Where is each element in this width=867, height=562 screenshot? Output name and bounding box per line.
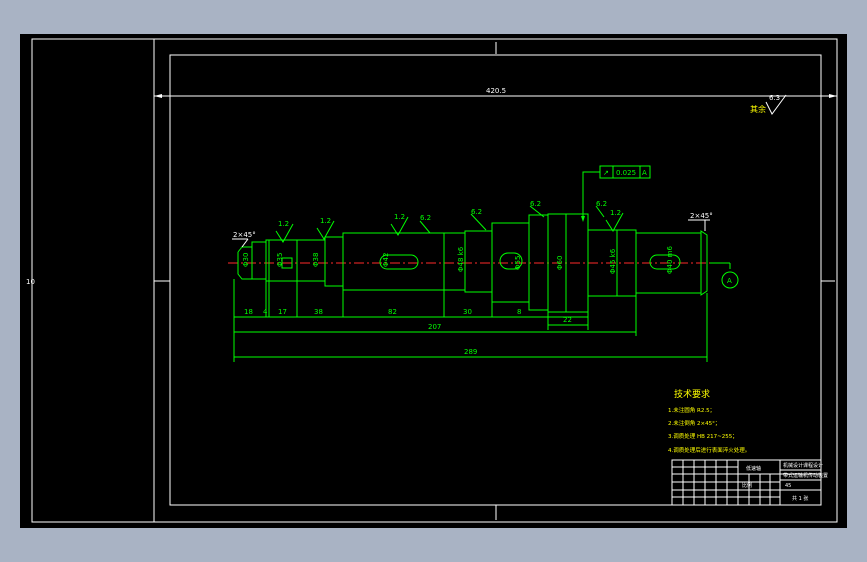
- gdt-datum: A: [642, 169, 647, 177]
- svg-text:45: 45: [785, 483, 791, 489]
- title-block: 低速轴 机械设计课程设计 带式运输机传动装置 比例 45 共 1 张: [671, 459, 828, 506]
- chamfer-right-note: 2×45°: [690, 212, 713, 220]
- svg-text:Φ42: Φ42: [382, 253, 390, 267]
- surface-finish-value: 6.3: [769, 94, 780, 102]
- svg-text:38: 38: [314, 308, 323, 316]
- svg-text:6.2: 6.2: [471, 208, 482, 216]
- svg-text:30: 30: [463, 308, 472, 316]
- svg-text:Φ45 k6: Φ45 k6: [609, 248, 617, 274]
- cad-drawing: 10 420.5 其余 6.3 ↗ 0.025 A Φ30 Φ35 Φ38 Φ4…: [26, 38, 838, 523]
- svg-text:技术要求: 技术要求: [674, 388, 710, 400]
- svg-text:207: 207: [428, 323, 441, 331]
- svg-text:低速轴: 低速轴: [746, 465, 761, 472]
- gdt-tolerance: 0.025: [616, 169, 636, 177]
- svg-text:6.2: 6.2: [596, 200, 607, 208]
- left-margin-mark: 10: [26, 278, 35, 286]
- cad-viewport[interactable]: 10 420.5 其余 6.3 ↗ 0.025 A Φ30 Φ35 Φ38 Φ4…: [20, 34, 847, 528]
- svg-text:17: 17: [278, 308, 287, 316]
- svg-text:6.2: 6.2: [420, 214, 431, 222]
- gdt-leader: [582, 171, 600, 217]
- overall-width-arrow-left: [154, 94, 162, 98]
- overall-width-dim-text: 420.5: [486, 87, 506, 95]
- svg-text:18: 18: [244, 308, 253, 316]
- svg-text:比例: 比例: [742, 482, 752, 489]
- svg-text:Φ40 m6: Φ40 m6: [666, 246, 674, 274]
- svg-text:带式运输机传动装置: 带式运输机传动装置: [783, 472, 828, 479]
- svg-text:8: 8: [517, 308, 521, 316]
- svg-text:Φ38: Φ38: [312, 253, 320, 267]
- svg-text:2.未注倒角 2×45°；: 2.未注倒角 2×45°；: [668, 419, 720, 427]
- diameter-labels: Φ30 Φ35 Φ38 Φ42 Φ48 k6 Φ55 Φ60 Φ45 k6 Φ4…: [242, 246, 674, 274]
- svg-text:82: 82: [388, 308, 397, 316]
- tech-requirements: 技术要求 1.未注圆角 R2.5； 2.未注倒角 2×45°； 3.调质处理 H…: [668, 388, 750, 454]
- svg-text:Φ48 k6: Φ48 k6: [457, 246, 465, 272]
- svg-text:4.调质处理后进行表面淬火处理。: 4.调质处理后进行表面淬火处理。: [668, 446, 750, 454]
- svg-text:1.2: 1.2: [394, 213, 405, 221]
- svg-text:3.调质处理 HB 217~255；: 3.调质处理 HB 217~255；: [668, 432, 738, 440]
- svg-text:1.2: 1.2: [320, 217, 331, 225]
- svg-text:4: 4: [263, 308, 268, 316]
- svg-text:机械设计课程设计: 机械设计课程设计: [783, 462, 823, 469]
- datum-label: A: [727, 277, 732, 285]
- svg-text:22: 22: [563, 316, 572, 324]
- svg-text:1.2: 1.2: [278, 220, 289, 228]
- gdt-symbol: ↗: [603, 169, 609, 177]
- surface-finish-label: 其余: [750, 104, 766, 114]
- overall-width-arrow-right: [829, 94, 837, 98]
- chamfer-left-note: 2×45°: [233, 231, 256, 239]
- svg-text:1.未注圆角 R2.5；: 1.未注圆角 R2.5；: [668, 406, 715, 414]
- svg-text:Φ35: Φ35: [276, 253, 284, 267]
- svg-text:Φ60: Φ60: [556, 256, 564, 270]
- svg-text:6.2: 6.2: [530, 200, 541, 208]
- svg-text:Φ30: Φ30: [242, 253, 250, 267]
- roughness-marks: 1.2 1.2 1.2 1.2 6.2 6.2 6.2 6.2: [275, 200, 624, 243]
- svg-text:289: 289: [464, 348, 477, 356]
- svg-text:Φ55: Φ55: [514, 256, 522, 270]
- svg-text:1.2: 1.2: [610, 209, 621, 217]
- svg-text:共 1 张: 共 1 张: [792, 495, 808, 502]
